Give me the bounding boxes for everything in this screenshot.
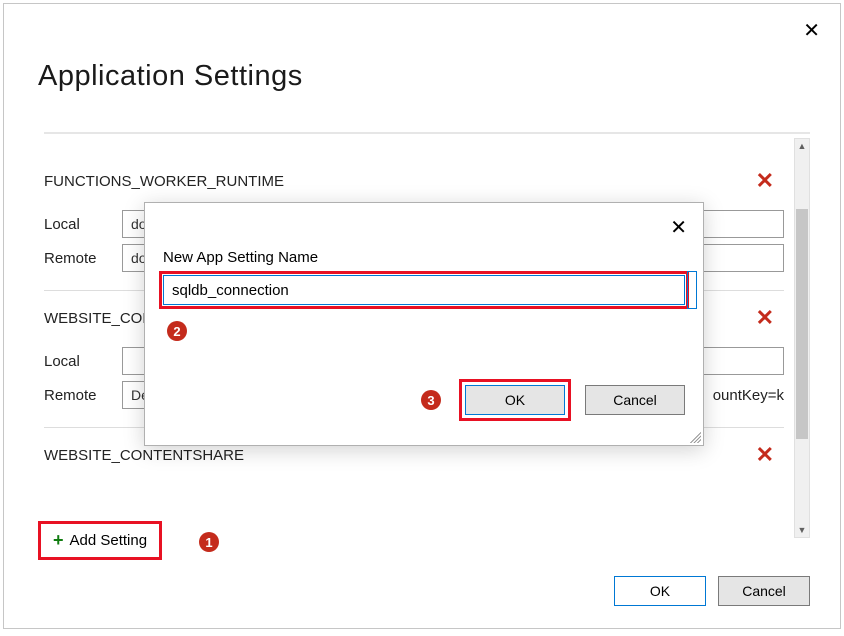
callout-badge-3: 3: [421, 390, 441, 410]
add-setting-label: Add Setting: [70, 532, 148, 549]
popup-ok-highlight: OK: [459, 379, 571, 421]
cancel-button[interactable]: Cancel: [718, 576, 810, 606]
row-label-local: Local: [44, 216, 122, 233]
popup-label: New App Setting Name: [163, 249, 318, 266]
row-label-remote: Remote: [44, 387, 122, 404]
setting-name: FUNCTIONS_WORKER_RUNTIME: [44, 173, 284, 190]
setting-header: FUNCTIONS_WORKER_RUNTIME ✕: [44, 142, 784, 204]
delete-icon[interactable]: ✕: [756, 442, 780, 468]
delete-icon[interactable]: ✕: [756, 305, 780, 331]
callout-badge-1: 1: [199, 532, 219, 552]
resize-grip-icon[interactable]: [687, 429, 701, 443]
scrollbar[interactable]: ▲ ▼: [794, 138, 810, 538]
popup-ok-button[interactable]: OK: [465, 385, 565, 415]
delete-icon[interactable]: ✕: [756, 168, 780, 194]
remote-value-tail: ountKey=k: [713, 387, 784, 404]
add-setting-highlight: + Add Setting: [38, 521, 162, 560]
popup-input-highlight: [159, 271, 689, 309]
footer-buttons: OK Cancel: [614, 576, 810, 606]
plus-icon: +: [53, 530, 64, 551]
page-title: Application Settings: [4, 4, 840, 93]
setting-name: WEBSITE_CON: [44, 310, 153, 327]
scroll-up-icon[interactable]: ▲: [795, 139, 809, 153]
dialog-window: ✕ Application Settings ▲ ▼ FUNCTIONS_WOR…: [3, 3, 841, 629]
row-label-local: Local: [44, 353, 122, 370]
popup-close-icon[interactable]: ✕: [670, 215, 687, 240]
ok-button[interactable]: OK: [614, 576, 706, 606]
close-icon[interactable]: ✕: [803, 18, 820, 43]
row-label-remote: Remote: [44, 250, 122, 267]
scroll-thumb[interactable]: [796, 209, 808, 439]
new-setting-popup: ✕ New App Setting Name 2 3 OK Cancel: [144, 202, 704, 446]
add-setting-button[interactable]: + Add Setting: [38, 521, 162, 560]
setting-name-input[interactable]: [163, 275, 685, 305]
focus-edge: [687, 271, 697, 309]
popup-buttons: 3 OK Cancel: [421, 379, 685, 421]
divider: [44, 132, 810, 134]
callout-badge-2: 2: [167, 321, 187, 341]
setting-name: WEBSITE_CONTENTSHARE: [44, 447, 244, 464]
popup-cancel-button[interactable]: Cancel: [585, 385, 685, 415]
scroll-down-icon[interactable]: ▼: [795, 523, 809, 537]
